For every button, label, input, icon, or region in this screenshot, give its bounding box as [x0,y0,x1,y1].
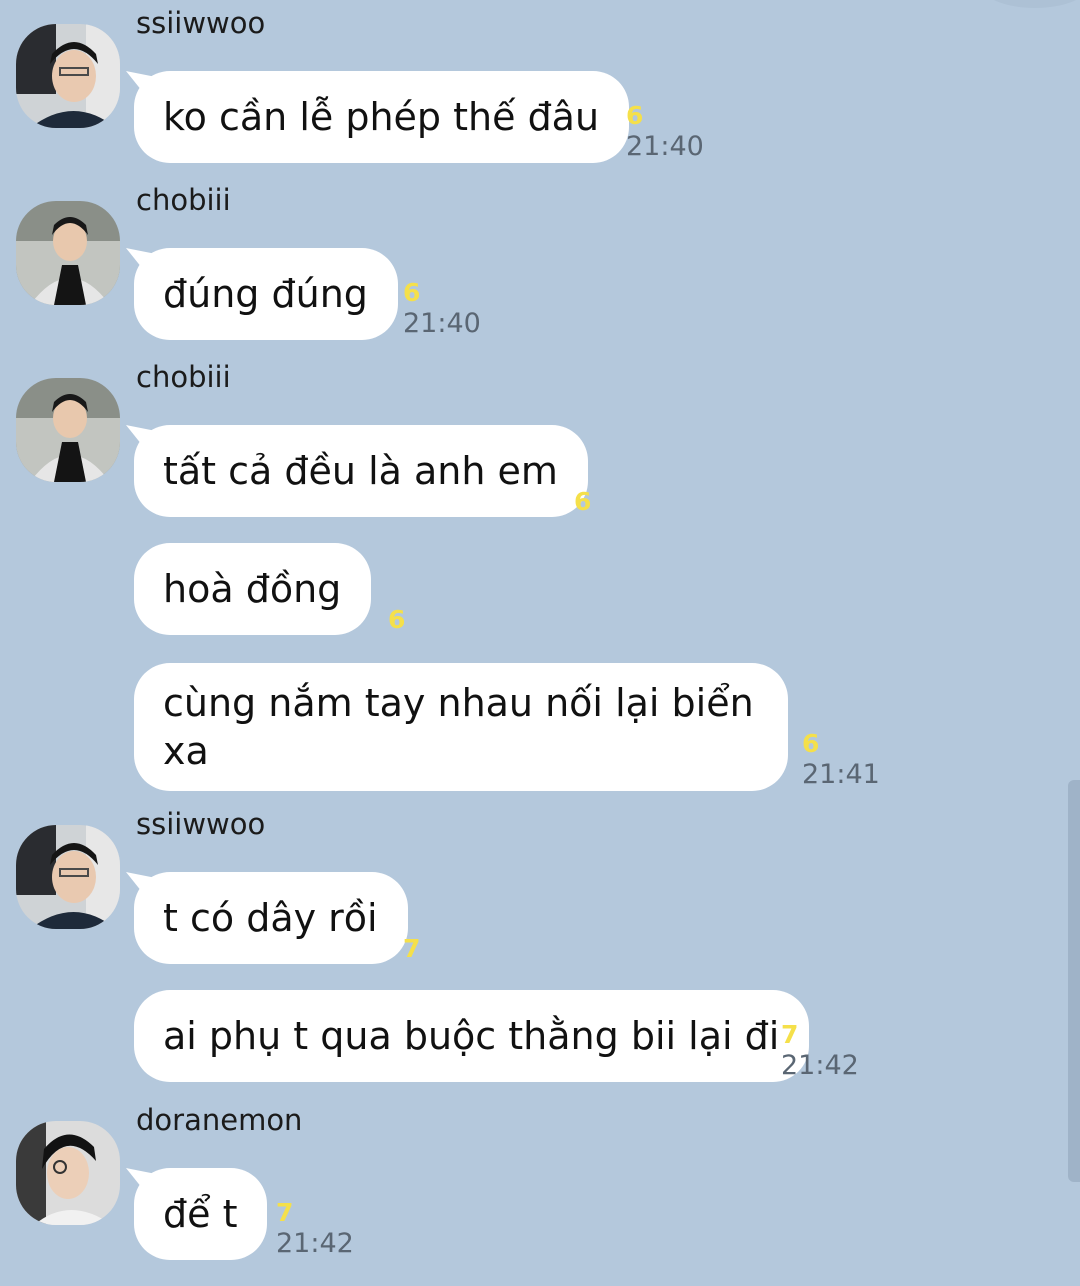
message-meta: 7 21:42 [276,1198,354,1260]
message-bubble[interactable]: t có dây rồi [134,872,408,964]
avatar-chobiii-image [16,378,120,482]
avatar-chobiii-image [16,201,120,305]
bubble-tail [126,248,156,278]
header-edge [980,0,1080,8]
avatar-doranemon-image [16,1121,120,1225]
message-row: tất cả đều là anh em 6 [126,425,591,517]
message-meta: 6 21:40 [403,278,481,340]
message-meta: 6 [388,605,405,635]
avatar-ssiiwwoo[interactable] [16,825,120,929]
sender-name: ssiiwwoo [136,807,266,841]
bubble-tail [126,872,156,902]
unread-count: 7 [276,1198,294,1227]
message-meta: 6 [574,487,591,517]
avatar-ssiiwwoo-image [16,24,120,128]
avatar-ssiiwwoo-image [16,825,120,929]
message-bubble[interactable]: ko cần lễ phép thế đâu [134,71,630,163]
message-time: 21:42 [781,1050,859,1081]
message-row: ai phụ t qua buộc thằng bii lại đi 7 21:… [134,990,859,1082]
message-time: 21:40 [403,308,481,339]
message-row: t có dây rồi 7 [126,872,420,964]
message-bubble[interactable]: ai phụ t qua buộc thằng bii lại đi [134,990,810,1082]
sender-name: doranemon [136,1103,303,1137]
message-row: để t 7 21:42 [126,1168,354,1260]
sender-name: chobiii [136,183,231,217]
message-row: cùng nắm tay nhau nối lại biển xa 6 21:4… [134,663,880,791]
message-bubble[interactable]: hoà đồng [134,543,372,635]
message-meta: 7 [403,934,420,964]
unread-count: 6 [574,487,592,516]
message-meta: 6 21:41 [802,729,880,791]
avatar-ssiiwwoo[interactable] [16,24,120,128]
unread-count: 7 [781,1020,799,1049]
bubble-tail [126,425,156,455]
message-row: ko cần lễ phép thế đâu 6 21:40 [126,71,704,163]
message-time: 21:41 [802,759,880,790]
message-time: 21:42 [276,1228,354,1259]
bubble-tail [126,71,156,101]
sender-name: ssiiwwoo [136,6,266,40]
message-time: 21:40 [626,131,704,162]
scrollbar-thumb[interactable] [1068,780,1080,1182]
unread-count: 6 [802,729,820,758]
bubble-tail [126,1168,156,1198]
unread-count: 6 [403,278,421,307]
message-bubble[interactable]: cùng nắm tay nhau nối lại biển xa [134,663,788,791]
avatar-doranemon[interactable] [16,1121,120,1225]
sender-name: chobiii [136,360,231,394]
unread-count: 6 [626,101,644,130]
unread-count: 7 [403,934,421,963]
message-meta: 7 21:42 [781,1020,859,1082]
message-row: hoà đồng 6 [134,543,405,635]
message-row: đúng đúng 6 21:40 [126,248,481,340]
message-meta: 6 21:40 [626,101,704,163]
avatar-chobiii[interactable] [16,378,120,482]
unread-count: 6 [388,605,406,634]
avatar-chobiii[interactable] [16,201,120,305]
message-bubble[interactable]: tất cả đều là anh em [134,425,588,517]
message-bubble[interactable]: đúng đúng [134,248,398,340]
